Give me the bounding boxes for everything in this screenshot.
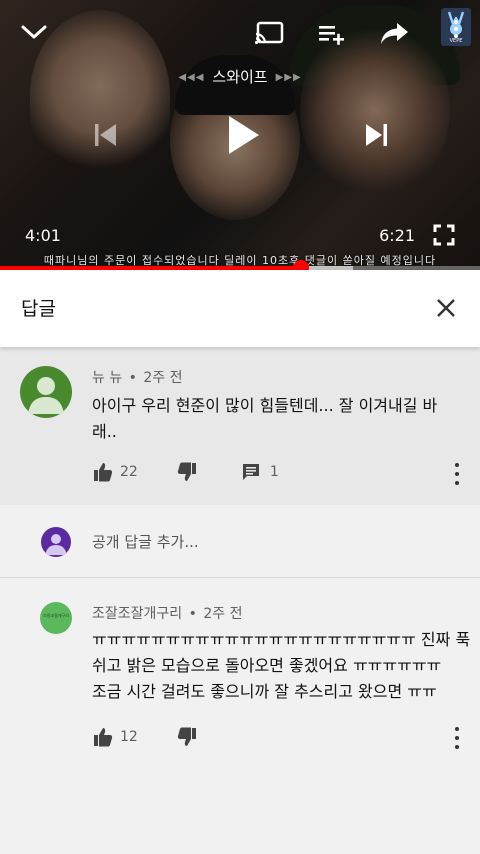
thumbs-up-icon[interactable] [92,461,114,483]
add-reply-input[interactable]: 공개 답글 추가... [92,531,199,552]
thumbs-down-icon[interactable] [176,461,198,483]
skip-previous-icon[interactable] [88,118,122,152]
avatar [41,527,71,557]
comment-text: ㅠㅠㅠㅠㅠㅠㅠㅠㅠㅠㅠㅠㅠㅠㅠㅠㅠㅠㅠㅠㅠㅠ 진짜 푹 쉬고 밝은 모습으로 돌… [92,627,477,705]
comment-actions: 22 1 [92,461,279,483]
comment-text: 아이구 우리 현준이 많이 힘들텐데... 잘 이겨내길 바 래.. [92,393,472,445]
duration: 6:21 [379,226,415,245]
reply-count: 1 [269,464,279,480]
fullscreen-icon[interactable] [430,222,458,248]
channel-logo[interactable]: VEPE [441,8,471,46]
replies-title: 답글 [21,298,56,320]
reply-comment-icon[interactable] [240,461,262,483]
parent-comment: 뉴 뉴 • 2주 전 아이구 우리 현준이 많이 힘들텐데... 잘 이겨내길 … [0,347,480,505]
comment-actions: 12 [92,726,198,748]
current-time: 4:01 [25,226,61,245]
comment-text-line: ㅠㅠㅠㅠㅠㅠㅠㅠㅠㅠㅠㅠㅠㅠㅠㅠㅠㅠㅠㅠㅠㅠ 진짜 푹 [92,630,471,649]
more-vert-icon[interactable] [454,463,460,485]
like-count: 12 [120,729,138,745]
comment-text-line: 아이구 우리 현준이 많이 힘들텐데... 잘 이겨내길 바 [92,396,438,415]
comment-age: 2주 전 [203,606,243,622]
meta-separator: • [188,606,197,622]
comment-text-line: 래.. [92,422,117,441]
add-reply-row[interactable]: 공개 답글 추가... [0,505,480,578]
meta-separator: • [128,370,137,386]
comment-meta: 뉴 뉴 • 2주 전 [92,367,183,387]
channel-logo-text: VEPE [449,38,463,44]
more-vert-icon[interactable] [454,727,460,749]
close-icon[interactable] [434,296,458,320]
skip-next-icon[interactable] [360,118,394,152]
like-count: 22 [120,464,138,480]
comment-author[interactable]: 조잘조잘개구리 [92,606,182,622]
avatar[interactable] [20,366,72,418]
thumbs-down-icon[interactable] [176,726,198,748]
comment-text-line: 조금 시간 걸려도 좋으니까 잘 추스리고 왔으면 ㅠㅠ [92,682,437,701]
comment-text-line: 쉬고 밝은 모습으로 돌아오면 좋겠어요 ㅠㅠㅠㅠㅠㅠ [92,656,442,675]
swipe-label: 스와이프 [212,68,268,86]
comment-author[interactable]: 뉴 뉴 [92,370,122,386]
swipe-left-arrows: ◀◀◀ [178,72,205,83]
thumbs-up-icon[interactable] [92,726,114,748]
replies-header: 답글 [0,270,480,347]
avatar[interactable]: 조잘조잘개구리 [40,602,72,634]
swipe-hint: ◀◀◀ 스와이프 ▶▶▶ [0,66,480,87]
chevron-down-icon[interactable] [18,18,50,46]
add-to-queue-icon[interactable] [314,20,348,48]
comment-meta: 조잘조잘개구리 • 2주 전 [92,603,242,623]
comment-age: 2주 전 [143,370,183,386]
share-icon[interactable] [377,18,411,48]
swipe-right-arrows: ▶▶▶ [275,72,302,83]
video-player[interactable]: VEPE ◀◀◀ 스와이프 ▶▶▶ 4:01 6:21 때파니님의 주문이 접수되었… [0,0,480,270]
cast-icon[interactable] [252,18,286,48]
reply-comment: 조잘조잘개구리 조잘조잘개구리 • 2주 전 ㅠㅠㅠㅠㅠㅠㅠㅠㅠㅠㅠㅠㅠㅠㅠㅠㅠ… [0,579,480,759]
play-icon[interactable] [220,110,266,160]
avatar-text: 조잘조잘개구리 [43,613,69,618]
